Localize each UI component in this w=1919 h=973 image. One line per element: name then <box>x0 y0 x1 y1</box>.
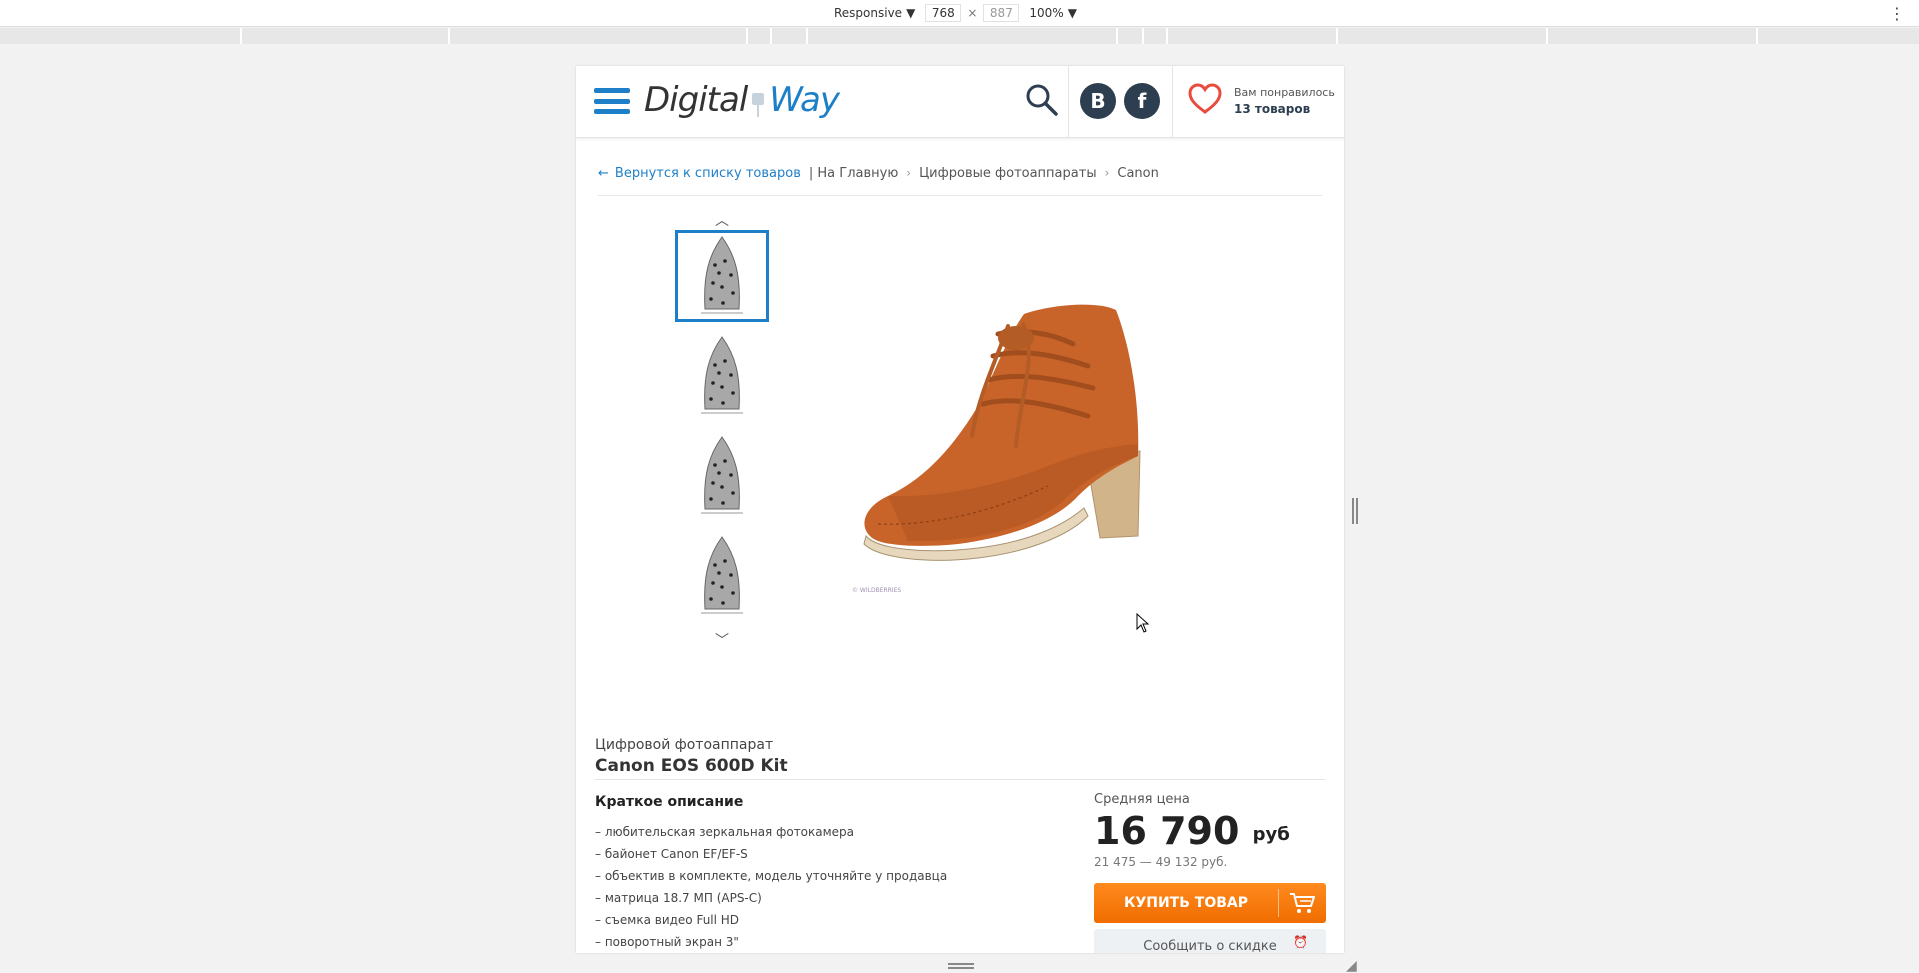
device-mode-select[interactable]: Responsive ▼ <box>830 4 919 22</box>
thumbnail-carousel: ︿ ﹀ <box>675 210 769 650</box>
breadcrumb: ← Вернутся к списку товаров | На Главную… <box>598 166 1322 196</box>
back-link-label: Вернутся к списку товаров <box>614 166 801 181</box>
price-amount: 16 790 <box>1094 809 1240 853</box>
ruler-segment[interactable] <box>1168 28 1338 44</box>
devtools-toolbar: Responsive ▼ 768 × 887 100% ▼ ⋮ <box>0 0 1919 27</box>
thumbnail-item[interactable] <box>675 230 769 322</box>
ruler-segment[interactable] <box>748 28 772 44</box>
ruler-segment[interactable] <box>242 28 450 44</box>
header-divider <box>1172 66 1173 138</box>
device-mode-label: Responsive <box>834 6 903 20</box>
feature-item: – съемка видео Full HD <box>595 913 740 927</box>
breadcrumb-home[interactable]: | На Главную <box>809 166 898 181</box>
feature-item: – поворотный экран 3" <box>595 935 739 949</box>
thumbnail-item[interactable] <box>675 430 769 522</box>
back-to-list-link[interactable]: ← Вернутся к списку товаров <box>598 166 801 181</box>
price-value: 16 790 руб <box>1094 809 1326 853</box>
ruler-segment[interactable] <box>808 28 1118 44</box>
site-header: Digital Way B f Вам понравилось 13 товаро… <box>576 66 1344 138</box>
buy-button-label: КУПИТЬ ТОВАР <box>1124 895 1248 911</box>
vk-button[interactable]: B <box>1080 83 1116 119</box>
ruler-segment[interactable] <box>772 28 808 44</box>
breadcrumb-brand[interactable]: Canon <box>1117 166 1158 181</box>
thumbnail-item[interactable] <box>675 330 769 422</box>
breadcrumb-category[interactable]: Цифровые фотоаппараты <box>919 166 1097 181</box>
section-divider <box>595 779 1325 780</box>
logo-text-right: Way <box>769 80 840 120</box>
dropdown-arrow-icon: ▼ <box>906 6 916 20</box>
favorites-counter[interactable]: Вам понравилось 13 товаров <box>1234 84 1335 118</box>
product-main-image[interactable] <box>848 286 1178 586</box>
ruler-segment[interactable] <box>1144 28 1168 44</box>
short-description-title: Краткое описание <box>595 794 744 810</box>
device-viewport: Digital Way B f Вам понравилось 13 товаро… <box>576 66 1344 953</box>
image-watermark: © WILDBERRIES <box>852 587 902 594</box>
favorites-count: 13 товаров <box>1234 102 1311 116</box>
alarm-clock-icon: ⏰ <box>1293 935 1308 949</box>
chevron-right-icon: › <box>1104 166 1110 180</box>
feature-item: – объектив в комплекте, модель уточняйте… <box>595 869 948 883</box>
product-category: Цифровой фотоаппарат <box>595 737 774 753</box>
studded-shoe-thumbnail <box>701 436 743 514</box>
buy-button[interactable]: КУПИТЬ ТОВАР <box>1094 883 1326 923</box>
ruler-segment[interactable] <box>0 28 242 44</box>
ruler-segment[interactable] <box>1548 28 1758 44</box>
feature-item: – байонет Canon EF/EF-S <box>595 847 748 861</box>
facebook-button[interactable]: f <box>1124 83 1160 119</box>
ruler-segment[interactable] <box>450 28 748 44</box>
price-range: 21 475 — 49 132 руб. <box>1094 855 1228 869</box>
width-input[interactable]: 768 <box>925 4 962 22</box>
times-sign: × <box>967 6 978 20</box>
ruler-segment[interactable] <box>1338 28 1548 44</box>
resize-handle-bottom[interactable] <box>948 963 974 969</box>
favorites-label: Вам понравилось <box>1234 86 1335 99</box>
device-toolbar: Responsive ▼ 768 × 887 100% ▼ <box>830 4 1081 22</box>
ruler-segment[interactable] <box>1118 28 1144 44</box>
feature-item: – матрица 18.7 МП (APS-C) <box>595 891 762 905</box>
price-currency: руб <box>1252 824 1290 845</box>
height-input[interactable]: 887 <box>983 4 1020 22</box>
notify-button-label: Сообщить о скидке <box>1143 938 1277 954</box>
thumbnail-item[interactable] <box>675 530 769 622</box>
mouse-cursor-icon <box>1136 613 1150 633</box>
feature-list: – любительская зеркальная фотокамера – б… <box>595 821 947 953</box>
studded-shoe-thumbnail <box>701 536 743 614</box>
ruler-segment[interactable] <box>1758 28 1919 44</box>
product-title: Canon EOS 600D Kit <box>595 756 788 776</box>
plug-icon <box>749 87 767 117</box>
zoom-label: 100% <box>1029 6 1064 20</box>
dropdown-arrow-icon: ▼ <box>1067 6 1077 20</box>
chevron-down-icon[interactable]: ﹀ <box>675 630 769 650</box>
media-query-ruler[interactable] <box>0 28 1919 44</box>
chevron-right-icon: › <box>906 166 912 180</box>
feature-item: – любительская зеркальная фотокамера <box>595 825 855 839</box>
average-price-label: Средняя цена <box>1094 792 1190 807</box>
price-panel: Средняя цена 16 790 руб 21 475 — 49 132 … <box>1094 792 1326 953</box>
menu-icon[interactable] <box>594 88 630 114</box>
header-divider <box>1068 66 1069 138</box>
resize-corner-icon[interactable]: ◢ <box>1346 958 1357 973</box>
more-options-icon[interactable]: ⋮ <box>1889 4 1905 23</box>
site-logo[interactable]: Digital Way <box>644 80 840 120</box>
notify-discount-button[interactable]: Сообщить о скидке ⏰ <box>1094 929 1326 953</box>
search-icon[interactable] <box>1024 82 1060 118</box>
cart-icon <box>1279 892 1325 914</box>
heart-icon[interactable] <box>1188 83 1222 115</box>
logo-text-left: Digital <box>644 80 748 120</box>
chevron-up-icon[interactable]: ︿ <box>675 210 769 230</box>
resize-handle-right[interactable] <box>1352 498 1358 524</box>
arrow-left-icon: ← <box>598 166 609 181</box>
studded-shoe-thumbnail <box>701 236 743 314</box>
studded-shoe-thumbnail <box>701 336 743 414</box>
zoom-select[interactable]: 100% ▼ <box>1025 4 1081 22</box>
